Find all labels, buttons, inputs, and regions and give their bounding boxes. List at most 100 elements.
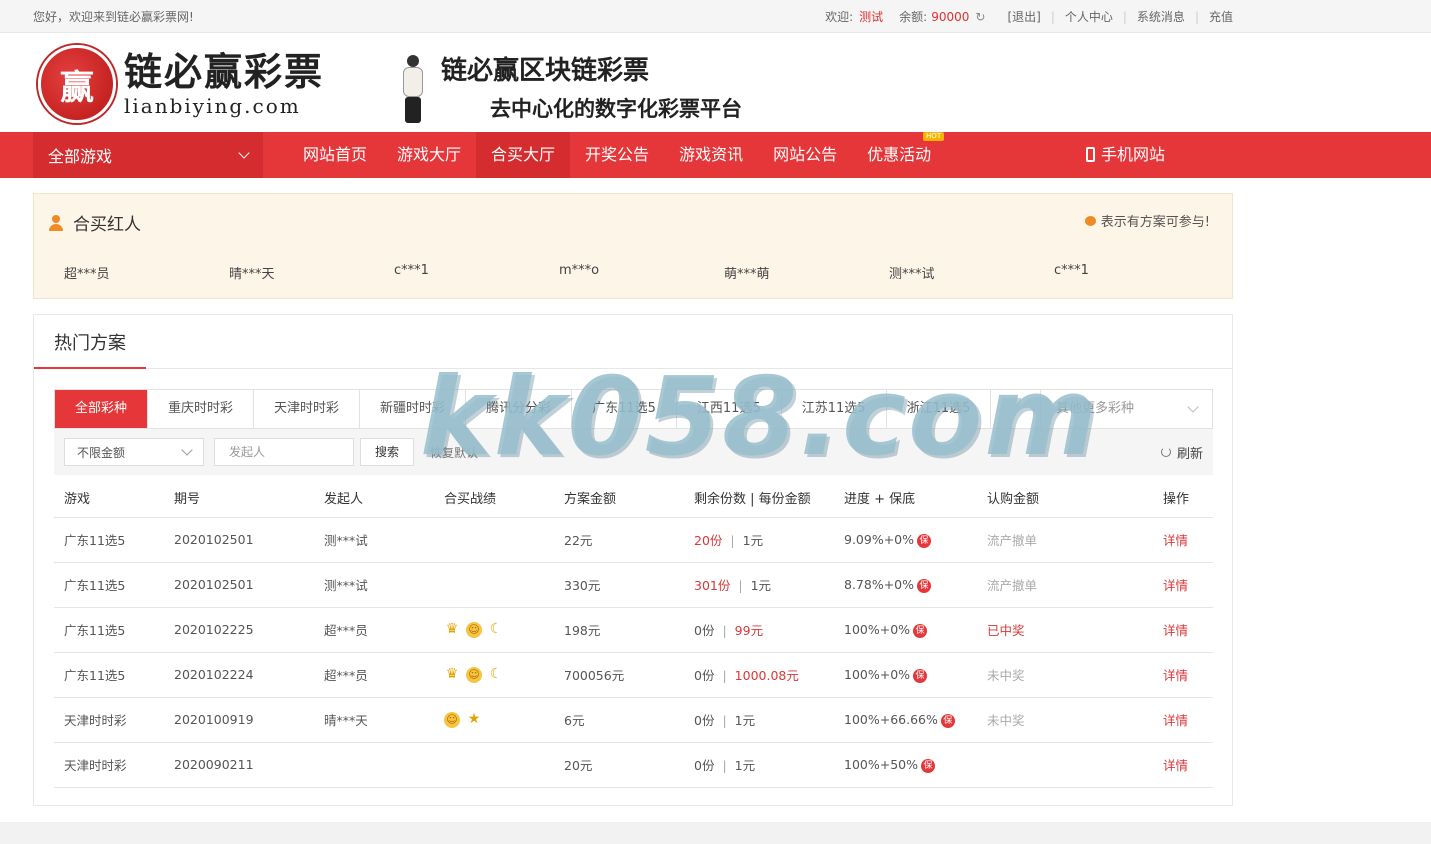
nav-draw-notice[interactable]: 开奖公告	[570, 132, 664, 178]
guarantee-icon: 保	[917, 533, 932, 548]
initiator-name[interactable]: 萌***萌	[724, 263, 889, 282]
table-row: 广东11选5 2020102224 超***员 ♛ ☺ ☾ 700056元 0份 | 1…	[54, 652, 1213, 698]
column-header: 进度 + 保底	[834, 479, 977, 518]
refresh-icon	[1160, 447, 1171, 457]
cell-status: 未中奖	[977, 652, 1153, 698]
cell-progress: 100%+66.66% 保	[834, 697, 977, 743]
remain-shares: 0份	[694, 758, 715, 773]
cell-record: ☺ ★	[434, 697, 554, 743]
amount-filter-select[interactable]: 不限金额	[64, 438, 204, 466]
guarantee-icon: 保	[913, 623, 928, 638]
cell-game: 广东11选5	[54, 652, 164, 698]
initiator-name[interactable]: 超***员	[64, 263, 229, 282]
tab-txffc[interactable]: 腾讯分分彩	[466, 390, 573, 428]
column-header: 游戏	[54, 479, 164, 518]
nav-game-news[interactable]: 游戏资讯	[664, 132, 758, 178]
cell-initiator: 测***试	[314, 562, 434, 608]
per-share-amount: 1元	[734, 758, 756, 773]
header-banner: 链必赢区块链彩票 去中心化的数字化彩票平台	[395, 55, 742, 125]
table-row: 广东11选5 2020102501 测***试 330元 301份 | 1元 8.7…	[54, 562, 1213, 608]
nav-mobile-site[interactable]: 手机网站	[1086, 132, 1165, 178]
cell-progress: 100%+0% 保	[834, 607, 977, 653]
guarantee-icon: 保	[940, 713, 955, 728]
tab-all[interactable]: 全部彩种	[55, 390, 149, 428]
tab-xjssc[interactable]: 新疆时时彩	[360, 390, 467, 428]
cell-amount: 330元	[554, 562, 684, 608]
remain-shares: 301份	[694, 578, 731, 593]
cell-status: 流产撤单	[977, 562, 1153, 608]
more-lotteries-select[interactable]: 其他更多彩种	[1040, 390, 1212, 428]
participation-hint-text: 表示有方案可参与!	[1100, 215, 1210, 230]
tab-jx11x5[interactable]: 江西11选5	[677, 390, 782, 428]
tab-js11x5[interactable]: 江苏11选5	[782, 390, 887, 428]
detail-link[interactable]: 详情	[1153, 652, 1213, 698]
nav-promotions-label: 优惠活动	[867, 145, 932, 164]
cell-status: 流产撤单	[977, 517, 1153, 563]
cell-record	[434, 517, 554, 563]
nav-group-buy-hall[interactable]: 合买大厅	[476, 132, 571, 178]
column-header: 认购金额	[977, 479, 1153, 518]
initiator-name[interactable]: 测***试	[889, 263, 1054, 282]
cell-issue: 2020102501	[164, 517, 314, 563]
divider: |	[1194, 9, 1199, 24]
nav-mobile-label: 手机网站	[1101, 145, 1166, 164]
initiator-name[interactable]: c***1	[394, 263, 559, 282]
initiator-search-input[interactable]: 发起人	[214, 438, 354, 466]
top-initiators-box: 合买红人 表示有方案可参与! 超***员 晴***天 c***1 m***o 萌…	[33, 193, 1233, 299]
nav-home[interactable]: 网站首页	[288, 132, 382, 178]
all-games-label: 全部游戏	[48, 147, 113, 166]
person-icon	[49, 214, 69, 232]
nav-site-notice[interactable]: 网站公告	[758, 132, 852, 178]
progress-text: 8.78%+0%	[844, 576, 915, 592]
cell-issue: 2020102224	[164, 652, 314, 698]
chevron-down-icon	[238, 147, 250, 159]
tab-gd11x5[interactable]: 广东11选5	[572, 390, 677, 428]
table-row: 天津时时彩 2020100919 晴***天 ☺ ★ 6元 0份 | 1元 100%+…	[54, 697, 1213, 743]
initiator-name[interactable]: 晴***天	[229, 263, 394, 282]
cell-record: ♛ ☺ ☾	[434, 607, 554, 653]
logout-link[interactable]: [退出]	[1007, 8, 1040, 25]
cell-progress: 8.78%+0% 保	[834, 562, 977, 608]
nav-promotions[interactable]: 优惠活动 HOT	[852, 132, 946, 178]
search-bar: 不限金额 发起人 搜索 恢复默认 刷新	[54, 429, 1213, 475]
initiator-name[interactable]: m***o	[559, 263, 724, 282]
initiator-name[interactable]: c***1	[1054, 263, 1219, 282]
all-games-dropdown[interactable]: 全部游戏	[33, 132, 263, 178]
detail-link[interactable]: 详情	[1153, 517, 1213, 563]
search-button[interactable]: 搜索	[360, 438, 415, 466]
cell-record: ♛ ☺ ☾	[434, 652, 554, 698]
tab-cqssc[interactable]: 重庆时时彩	[148, 390, 255, 428]
cell-remain: 0份 | 1000.08元	[684, 652, 834, 698]
welcome-text: 您好，欢迎来到链必赢彩票网!	[33, 10, 194, 24]
cell-game: 天津时时彩	[54, 697, 164, 743]
cell-initiator	[314, 742, 434, 788]
progress-text: 100%+0%	[844, 621, 911, 637]
progress-text: 100%+66.66%	[844, 711, 938, 727]
star-icon: ★	[467, 711, 481, 727]
cell-game: 天津时时彩	[54, 742, 164, 788]
cell-status: 未中奖	[977, 697, 1153, 743]
cell-issue: 2020102225	[164, 607, 314, 653]
recharge-link[interactable]: 充值	[1209, 8, 1233, 25]
guarantee-icon: 保	[917, 578, 932, 593]
detail-link[interactable]: 详情	[1153, 562, 1213, 608]
greeting-label: 欢迎:	[825, 10, 854, 24]
system-message-link[interactable]: 系统消息	[1137, 8, 1185, 25]
username[interactable]: 测试	[859, 8, 883, 25]
detail-link[interactable]: 详情	[1153, 697, 1213, 743]
site-logo[interactable]: 赢 链必赢彩票 lianbiying.com	[38, 45, 324, 123]
reset-default-link[interactable]: 恢复默认	[430, 444, 478, 461]
detail-link[interactable]: 详情	[1153, 742, 1213, 788]
column-header: 合买战绩	[434, 479, 554, 518]
tab-zj11x5[interactable]: 浙江11选5	[887, 390, 992, 428]
cell-amount: 20元	[554, 742, 684, 788]
refresh-button[interactable]: 刷新	[1160, 443, 1203, 462]
personal-center-link[interactable]: 个人中心	[1065, 8, 1113, 25]
crown-icon: ♛	[445, 621, 459, 637]
table-header-row: 游戏 期号 发起人 合买战绩 方案金额 剩余份数 | 每份金额 进度 + 保底 …	[54, 479, 1213, 518]
tab-tjssc[interactable]: 天津时时彩	[254, 390, 361, 428]
hot-plans-panel: 热门方案 全部彩种 重庆时时彩 天津时时彩 新疆时时彩 腾讯分分彩 广东11选5…	[33, 314, 1233, 806]
refresh-balance-icon[interactable]: ↻	[975, 10, 985, 24]
nav-game-hall[interactable]: 游戏大厅	[382, 132, 476, 178]
detail-link[interactable]: 详情	[1153, 607, 1213, 653]
